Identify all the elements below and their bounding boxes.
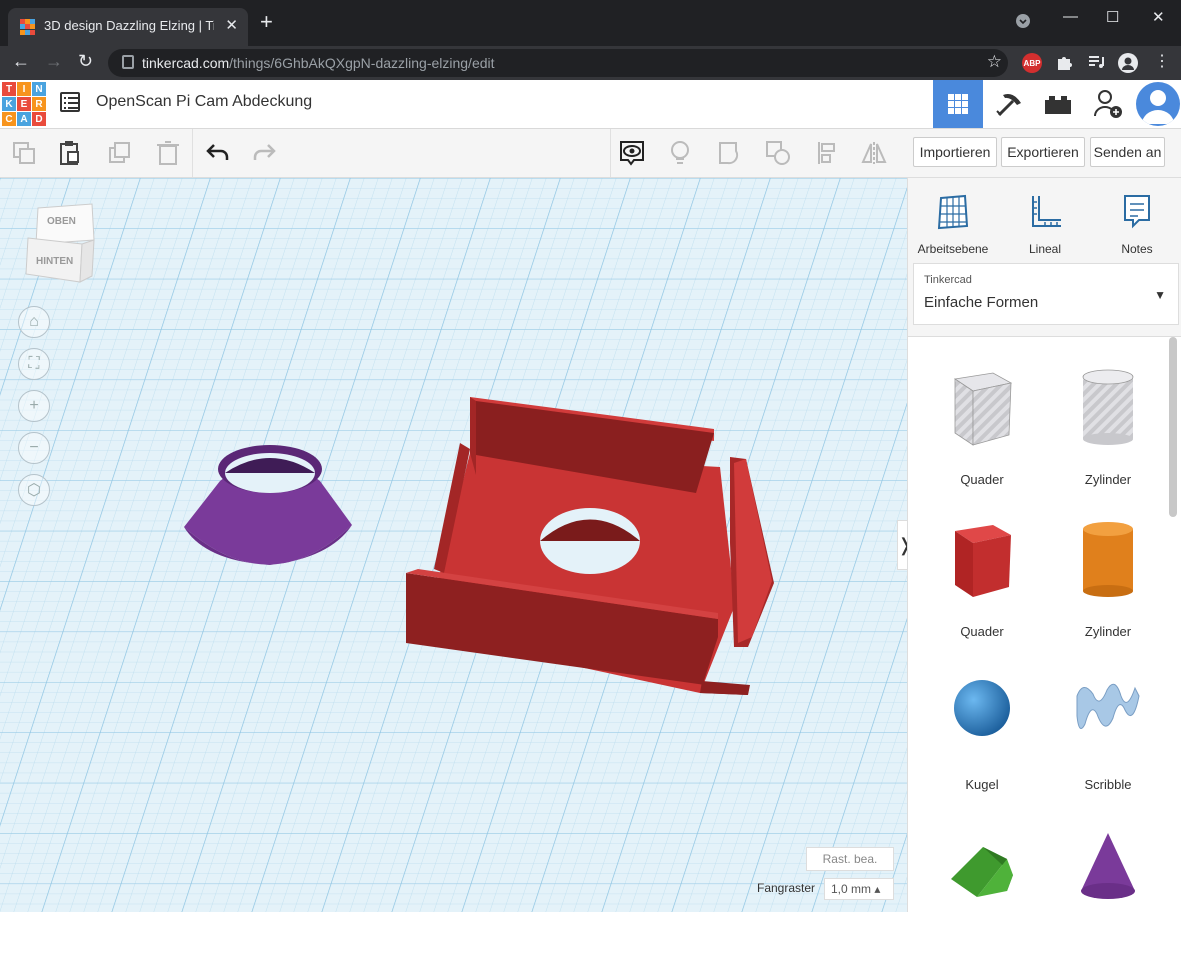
browser-toolbar: ← → ↻ tinkercad.com/things/6GhbAkQXgpN-d… (0, 46, 1181, 80)
purple-cone-shape[interactable] (180, 443, 360, 573)
collapse-panel-chevron-icon[interactable]: ❭ (897, 520, 907, 570)
purple-cone-icon (1081, 833, 1135, 899)
lock-icon (122, 55, 134, 69)
delete-trash-icon[interactable] (152, 137, 184, 169)
export-button[interactable]: Exportieren (1001, 137, 1085, 167)
send-to-button[interactable]: Senden an (1090, 137, 1165, 167)
shape-box[interactable]: Quader (922, 509, 1042, 649)
ruler-tool-button[interactable]: Lineal (1003, 188, 1087, 258)
ungroup-shape-icon[interactable] (762, 137, 794, 169)
zoom-in-icon[interactable]: + (18, 390, 50, 422)
workplane-icon (937, 194, 969, 230)
shape-library-select[interactable]: Tinkercad Einfache Formen ▼ (913, 263, 1179, 325)
minimize-icon[interactable]: — (1063, 8, 1078, 25)
tinkercad-favicon (20, 19, 36, 35)
mirror-icon[interactable] (858, 137, 890, 169)
ruler-icon (1032, 196, 1061, 227)
dropdown-caret-icon: ▼ (1154, 288, 1166, 302)
workplane-canvas[interactable]: OBEN HINTEN ⌂ ⛶ + − ⬡ ❭ Rast. bea. Fangr… (0, 178, 907, 912)
address-bar[interactable]: tinkercad.com/things/6GhbAkQXgpN-dazzlin… (108, 49, 1008, 77)
user-avatar[interactable] (1136, 82, 1180, 126)
profile-icon[interactable] (1118, 53, 1138, 73)
design-list-icon[interactable] (60, 92, 80, 112)
align-icon[interactable] (812, 137, 844, 169)
shape-cylinder-hole[interactable]: Zylinder (1048, 357, 1168, 497)
maximize-icon[interactable]: ☐ (1106, 8, 1119, 26)
edit-grid-button[interactable]: Rast. bea. (806, 847, 894, 871)
group-shape-icon[interactable] (714, 137, 746, 169)
home-view-icon[interactable]: ⌂ (18, 306, 50, 338)
workplane-tool-button[interactable]: Arbeitsebene (911, 188, 995, 258)
close-tab-icon[interactable]: ✕ (225, 16, 238, 34)
url-text: tinkercad.com/things/6GhbAkQXgpN-dazzlin… (142, 55, 495, 71)
tinkercad-header: T I N K E R C A D OpenScan Pi Cam Abdeck… (0, 80, 1181, 129)
add-user-icon[interactable] (1083, 80, 1133, 128)
shape-cylinder[interactable]: Zylinder (1048, 509, 1168, 649)
undo-icon[interactable] (202, 137, 234, 169)
shapes-grid: Quader Zylinder Quader Zylinder Kugel Sc… (908, 336, 1181, 913)
zoom-out-icon[interactable]: − (18, 432, 50, 464)
adblock-icon[interactable]: ABP (1022, 53, 1042, 73)
back-arrow-icon[interactable]: ← (12, 51, 30, 72)
shapes-scrollbar[interactable] (1169, 337, 1177, 517)
hole-box-icon (953, 372, 1013, 446)
import-export-bar: Importieren Exportieren Senden an (907, 129, 1181, 178)
notes-icon (1124, 195, 1150, 229)
shape-scribble[interactable]: Scribble (1048, 662, 1168, 802)
red-cover-shape[interactable] (400, 393, 780, 723)
extensions-puzzle-icon[interactable] (1055, 53, 1073, 71)
browser-tab[interactable]: 3D design Dazzling Elzing | Tinkercad ✕ (8, 8, 248, 46)
window-close-icon[interactable]: ✕ (1152, 8, 1165, 26)
browser-menu-icon[interactable]: ⋮ (1154, 51, 1172, 70)
pickaxe-icon[interactable] (983, 80, 1033, 128)
snap-grid-select[interactable]: 1,0 mm ▴ (824, 878, 894, 900)
show-all-eye-icon[interactable] (616, 137, 648, 169)
red-box-icon (955, 525, 1011, 597)
tab-title: 3D design Dazzling Elzing | Tinkercad (44, 18, 214, 33)
duplicate-icon[interactable] (104, 137, 136, 169)
redo-icon[interactable] (248, 137, 280, 169)
bookmark-star-icon[interactable]: ☆ (987, 52, 1002, 72)
forward-arrow-icon[interactable]: → (45, 51, 63, 72)
reload-icon[interactable]: ↻ (78, 51, 93, 72)
bricks-icon[interactable] (1033, 80, 1083, 128)
ortho-view-icon[interactable]: ⬡ (18, 474, 50, 506)
green-roof-icon (951, 847, 1013, 897)
3d-view-grid-icon[interactable] (933, 80, 983, 128)
orange-cylinder-icon (1083, 522, 1133, 597)
fit-view-icon[interactable]: ⛶ (18, 348, 50, 380)
tab-search-icon[interactable] (1016, 14, 1030, 32)
media-queue-icon[interactable] (1087, 53, 1105, 71)
hole-cylinder-icon (1082, 369, 1134, 445)
view-cube-back-label: HINTEN (36, 256, 73, 267)
view-cube-top-label: OBEN (47, 216, 76, 227)
import-button[interactable]: Importieren (913, 137, 997, 167)
browser-tabstrip: 3D design Dazzling Elzing | Tinkercad ✕ … (0, 0, 1181, 46)
new-tab-icon[interactable]: + (260, 11, 273, 33)
notes-tool-button[interactable]: Notes (1095, 188, 1179, 258)
blue-sphere-icon (954, 680, 1010, 736)
shape-cone[interactable] (1048, 815, 1168, 955)
view-cube[interactable]: OBEN HINTEN (22, 200, 102, 290)
design-title[interactable]: OpenScan Pi Cam Abdeckung (96, 93, 312, 111)
shape-box-hole[interactable]: Quader (922, 357, 1042, 497)
snap-grid-label: Fangraster (757, 881, 816, 895)
shapes-panel: Arbeitsebene Lineal Notes Tinkercad Einf… (907, 178, 1181, 913)
tinkercad-logo[interactable]: T I N K E R C A D (2, 82, 46, 126)
paste-icon[interactable] (54, 137, 86, 169)
edit-toolbar (0, 129, 907, 178)
light-bulb-icon[interactable] (664, 137, 696, 169)
shape-sphere[interactable]: Kugel (922, 662, 1042, 802)
scribble-icon (1076, 683, 1140, 729)
copy-icon[interactable] (8, 137, 40, 169)
shape-roof[interactable] (922, 815, 1042, 955)
